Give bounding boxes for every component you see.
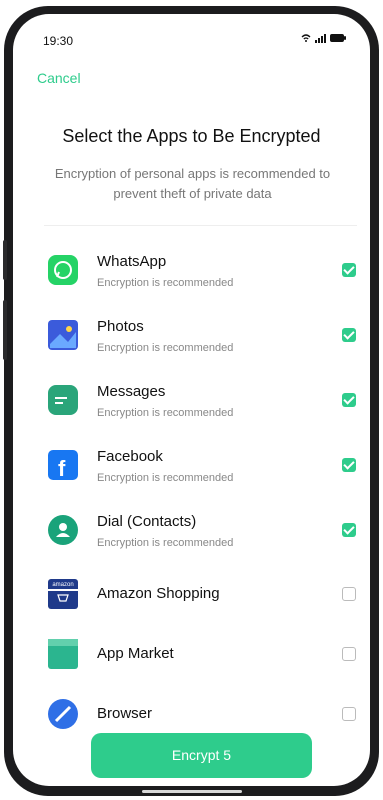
facebook-icon: f [48, 450, 78, 481]
encrypt-checkbox[interactable] [342, 523, 356, 537]
app-name: Messages [97, 383, 166, 400]
app-subtitle: Encryption is recommended [97, 342, 234, 354]
list-item[interactable]: Messages Encryption is recommended [0, 375, 383, 435]
app-name: App Market [97, 645, 174, 662]
list-item[interactable]: App Market [0, 632, 383, 692]
encrypt-checkbox[interactable] [342, 707, 356, 721]
encrypt-checkbox[interactable] [342, 328, 356, 342]
page-title: Select the Apps to Be Encrypted [62, 126, 321, 146]
list-item[interactable]: Photos Encryption is recommended [0, 310, 383, 370]
svg-text:f: f [58, 456, 66, 480]
encrypt-checkbox[interactable] [342, 587, 356, 601]
list-item[interactable]: Dial (Contacts) Encryption is recommended [0, 505, 383, 565]
browser-icon [48, 699, 78, 729]
status-time: 19:30 [43, 34, 74, 48]
app-subtitle: Encryption is recommended [97, 537, 234, 549]
app-name: Amazon Shopping [97, 585, 220, 602]
whatsapp-icon [48, 255, 78, 285]
status-icons [301, 33, 346, 43]
list-item[interactable]: amazon Amazon Shopping [0, 572, 383, 632]
encrypt-checkbox[interactable] [342, 393, 356, 407]
app-market-icon [48, 639, 78, 669]
status-bar: 19:30 [13, 14, 370, 54]
page-subtitle: Encryption of personal apps is recommend… [54, 166, 331, 201]
signal-icon [315, 33, 326, 43]
divider [44, 225, 357, 226]
encrypt-checkbox[interactable] [342, 647, 356, 661]
photos-icon [48, 320, 78, 350]
list-item[interactable]: WhatsApp Encryption is recommended [0, 245, 383, 305]
messages-icon [48, 385, 78, 415]
app-name: Dial (Contacts) [97, 513, 197, 530]
cancel-button[interactable]: Cancel [37, 70, 81, 86]
amazon-icon: amazon [48, 579, 78, 609]
app-name: Facebook [97, 448, 163, 465]
app-name: Photos [97, 318, 144, 335]
encrypt-button[interactable]: Encrypt 5 [91, 733, 312, 778]
app-subtitle: Encryption is recommended [97, 277, 234, 289]
app-subtitle: Encryption is recommended [97, 472, 234, 484]
battery-icon [330, 34, 346, 42]
app-subtitle: Encryption is recommended [97, 407, 234, 419]
app-name: Browser [97, 705, 153, 722]
encrypt-checkbox[interactable] [342, 458, 356, 472]
wifi-icon [301, 34, 311, 42]
list-item[interactable]: f Facebook Encryption is recommended [0, 440, 383, 500]
home-indicator [142, 790, 242, 793]
contacts-icon [48, 515, 78, 545]
encrypt-checkbox[interactable] [342, 263, 356, 277]
app-name: WhatsApp [97, 253, 167, 270]
